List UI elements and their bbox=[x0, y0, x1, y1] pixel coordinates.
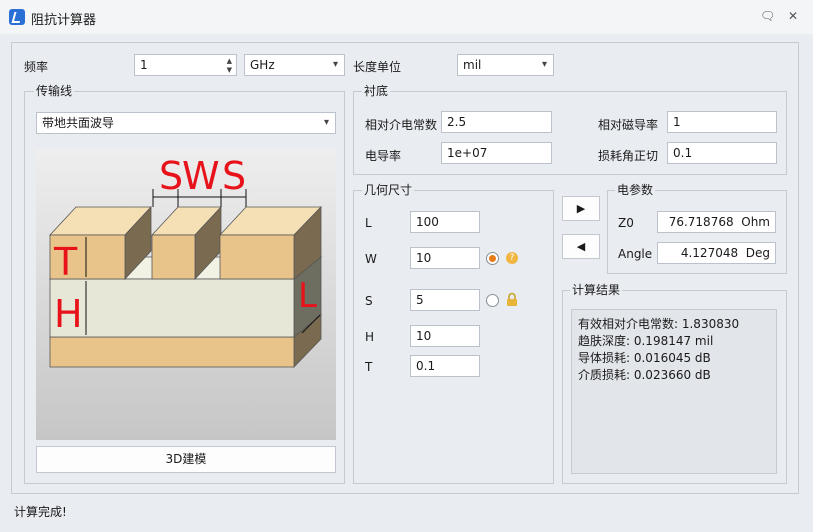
conductivity-input[interactable]: 1e+07 bbox=[441, 142, 552, 164]
line-diagram: S W S T H L bbox=[36, 149, 336, 440]
length-unit-label: 长度单位 bbox=[353, 60, 402, 74]
thickness-input[interactable]: 0.1 bbox=[410, 355, 480, 377]
angle-unit: Deg bbox=[745, 246, 770, 260]
frequency-value: 1 bbox=[140, 58, 148, 72]
frequency-unit-select[interactable]: GHz bbox=[244, 54, 345, 76]
diagram-label-t: T bbox=[53, 240, 78, 284]
frequency-spinbox[interactable]: 1 ▲ ▼ bbox=[134, 54, 237, 76]
z0-output[interactable]: 76.718768 Ohm bbox=[657, 211, 776, 233]
spin-up-icon[interactable]: ▲ bbox=[227, 57, 232, 65]
results-panel: 有效相对介电常数: 1.830830 趋肤深度: 0.198147 mil 导体… bbox=[571, 309, 777, 474]
angle-output[interactable]: 4.127048 Deg bbox=[657, 242, 776, 264]
z0-value: 76.718768 bbox=[668, 215, 734, 229]
line-type-value: 带地共面波导 bbox=[42, 116, 115, 130]
width-radio[interactable] bbox=[486, 252, 499, 265]
length-unit-select[interactable]: mil bbox=[457, 54, 554, 76]
loss-tangent-input[interactable]: 0.1 bbox=[667, 142, 777, 164]
electrical-group-title: 电参数 bbox=[615, 183, 656, 197]
width-input[interactable]: 10 bbox=[410, 247, 480, 269]
result-line: 有效相对介电常数: 1.830830 bbox=[578, 317, 740, 331]
length-unit-value: mil bbox=[463, 58, 482, 72]
help-icon[interactable]: ? bbox=[506, 252, 518, 264]
height-input[interactable]: 10 bbox=[410, 325, 480, 347]
gap-radio[interactable] bbox=[486, 294, 499, 307]
app-icon bbox=[9, 9, 25, 25]
gap-input[interactable]: 5 bbox=[410, 289, 480, 311]
angle-label: Angle bbox=[618, 247, 653, 261]
results-group-title: 计算结果 bbox=[570, 283, 623, 297]
length-label: L bbox=[365, 216, 372, 230]
diagram-label-w: W bbox=[182, 154, 220, 198]
close-icon[interactable]: ✕ bbox=[786, 9, 800, 23]
conductivity-label: 电导率 bbox=[365, 149, 402, 163]
dielectric-constant-label: 相对介电常数 bbox=[365, 118, 438, 132]
result-line: 导体损耗: 0.016045 dB bbox=[578, 351, 711, 365]
frequency-label: 频率 bbox=[24, 60, 49, 74]
angle-value: 4.127048 bbox=[680, 246, 739, 260]
model-3d-button[interactable]: 3D建模 bbox=[36, 446, 336, 473]
dielectric-constant-input[interactable]: 2.5 bbox=[441, 111, 552, 133]
lock-icon bbox=[506, 292, 518, 307]
substrate-group-title: 衬底 bbox=[362, 84, 391, 98]
line-type-select[interactable]: 带地共面波导 bbox=[36, 112, 336, 134]
cross-section-illustration: S W S T H L bbox=[36, 149, 336, 440]
z0-label: Z0 bbox=[618, 216, 634, 230]
diagram-label-l: L bbox=[298, 276, 317, 316]
synthesize-button[interactable]: ▶ bbox=[562, 196, 600, 221]
frequency-unit-value: GHz bbox=[250, 58, 275, 72]
gap-label: S bbox=[365, 294, 373, 308]
length-input[interactable]: 100 bbox=[410, 211, 480, 233]
permeability-input[interactable]: 1 bbox=[667, 111, 777, 133]
width-label: W bbox=[365, 252, 377, 266]
diagram-label-h: H bbox=[54, 292, 83, 336]
result-line: 趋肤深度: 0.198147 mil bbox=[578, 334, 714, 348]
window-title: 阻抗计算器 bbox=[31, 13, 97, 28]
thickness-label: T bbox=[365, 360, 373, 374]
result-line: 介质损耗: 0.023660 dB bbox=[578, 368, 711, 382]
title-bar: 阻抗计算器 🗨 ✕ bbox=[0, 0, 813, 34]
help-icon[interactable]: 🗨 bbox=[760, 9, 775, 23]
z0-unit: Ohm bbox=[741, 215, 770, 229]
permeability-label: 相对磁导率 bbox=[598, 118, 659, 132]
height-label: H bbox=[365, 330, 375, 344]
analyze-button[interactable]: ◀ bbox=[562, 234, 600, 259]
spin-down-icon[interactable]: ▼ bbox=[227, 66, 232, 74]
transmission-line-group-title: 传输线 bbox=[34, 84, 75, 98]
diagram-label-s2: S bbox=[222, 154, 246, 198]
diagram-label-s1: S bbox=[159, 154, 183, 198]
geometry-group-title: 几何尺寸 bbox=[362, 183, 415, 197]
status-text: 计算完成! bbox=[14, 505, 67, 519]
loss-tangent-label: 损耗角正切 bbox=[598, 149, 659, 163]
